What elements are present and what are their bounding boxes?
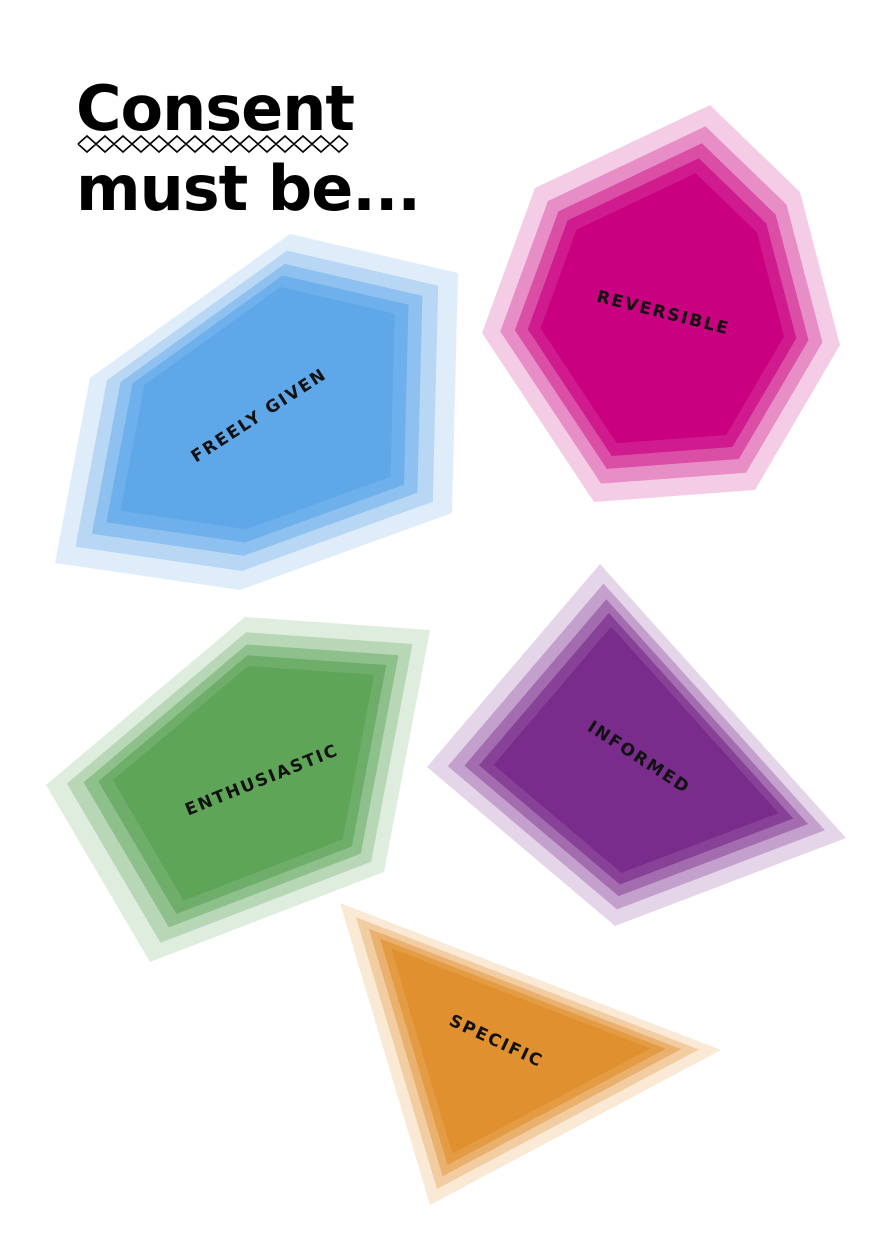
freely-given-shape: FREELY GIVEN bbox=[55, 234, 458, 590]
heading: Consent must be... bbox=[76, 72, 421, 225]
poster-canvas: Consent must be... FREELY GIVEN REVERSIB… bbox=[46, 72, 846, 1205]
heading-line-1: Consent bbox=[76, 72, 354, 145]
reversible-shape: REVERSIBLE bbox=[482, 105, 840, 502]
enthusiastic-shape: ENTHUSIASTIC bbox=[46, 617, 430, 962]
heading-line-2: must be... bbox=[76, 152, 420, 225]
informed-shape: INFORMED bbox=[427, 564, 846, 926]
specific-shape: SPECIFIC bbox=[340, 903, 721, 1205]
